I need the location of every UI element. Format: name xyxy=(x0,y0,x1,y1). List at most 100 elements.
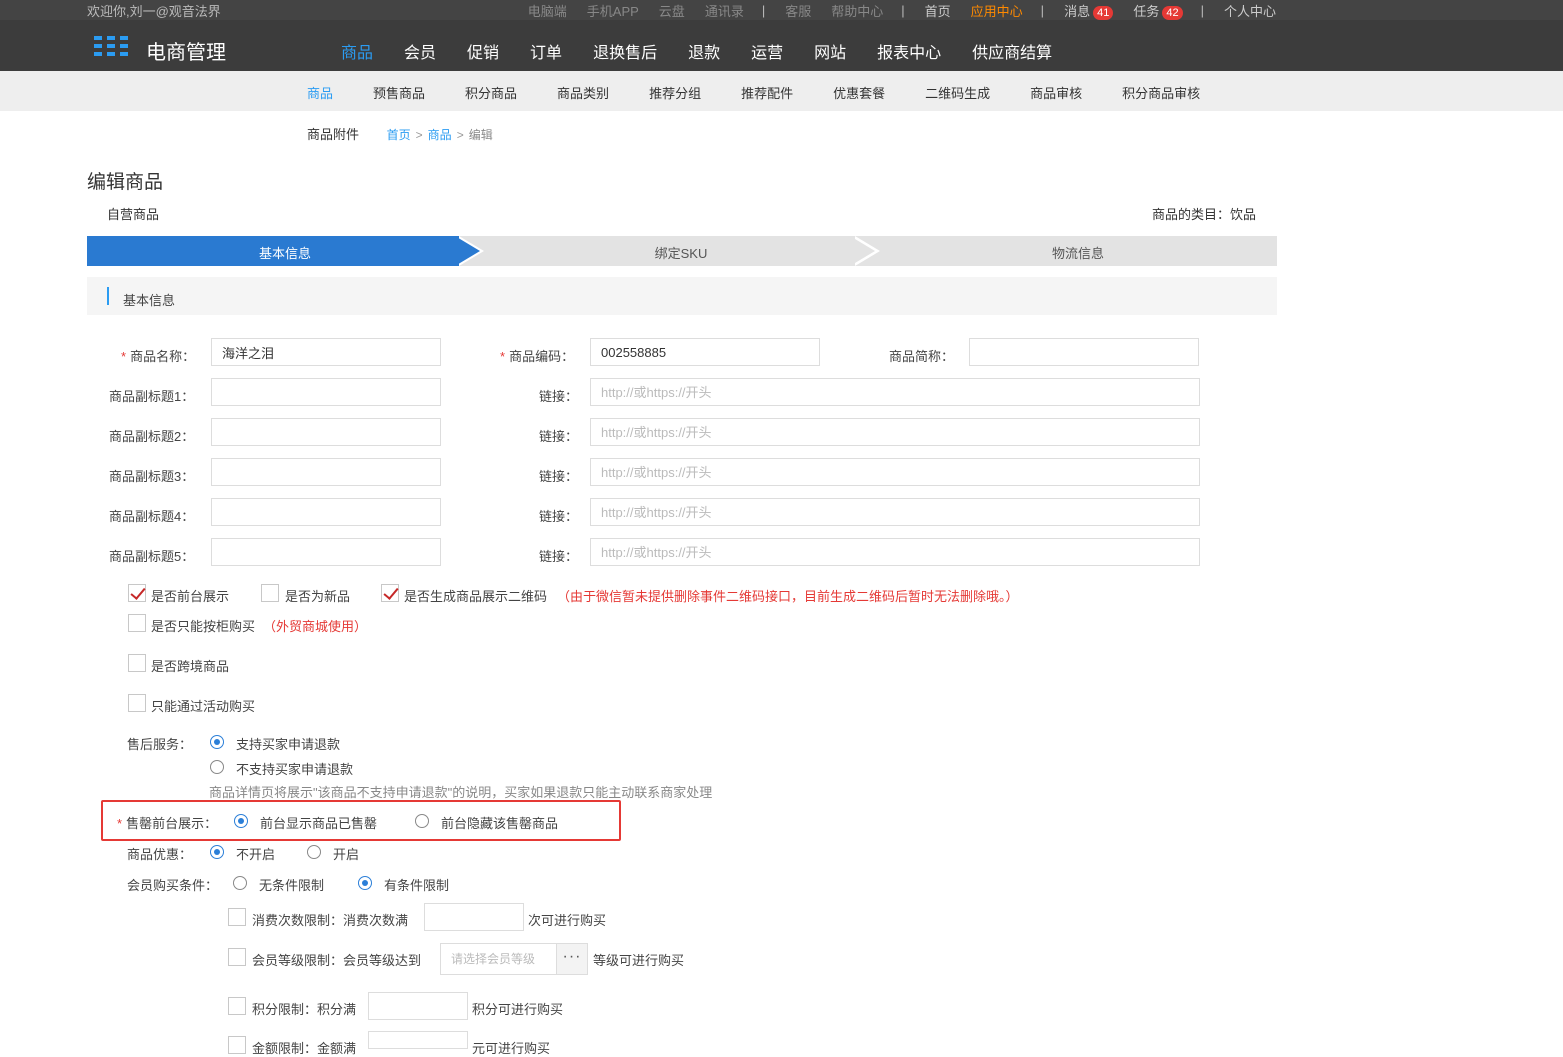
breadcrumb-current: 编辑 xyxy=(468,128,493,142)
more-options-button[interactable]: ··· xyxy=(556,943,588,975)
front-display-label: 是否前台展示 xyxy=(151,589,230,604)
discount-off-radio[interactable] xyxy=(210,845,224,859)
subtitle-label: 商品副标题5： xyxy=(109,549,195,564)
subnav-recommend-accessory[interactable]: 推荐配件 xyxy=(741,83,793,102)
top-link-pc[interactable]: 电脑端 xyxy=(528,1,567,20)
member-level-select[interactable] xyxy=(440,943,558,975)
points-input[interactable] xyxy=(368,992,468,1020)
points-limit-label: 积分限制：积分满 xyxy=(252,1002,357,1017)
crossborder-checkbox[interactable] xyxy=(128,654,146,672)
link-label: 链接： xyxy=(539,509,579,524)
product-code-input[interactable] xyxy=(590,338,820,366)
step-bar: 基本信息 绑定SKU 物流信息 xyxy=(87,236,1277,266)
aftersale-label: 售后服务： xyxy=(127,737,193,752)
top-link-help[interactable]: 帮助中心 xyxy=(831,1,883,20)
subtitle-input-1[interactable] xyxy=(211,378,441,406)
product-attachment-link[interactable]: 商品附件 xyxy=(307,127,359,142)
consume-limit-checkbox[interactable] xyxy=(228,908,246,926)
breadcrumb-product[interactable]: 商品 xyxy=(428,128,452,142)
subtitle-input-5[interactable] xyxy=(211,538,441,566)
soldout-show-label: 前台显示商品已售罄 xyxy=(260,816,378,831)
top-link-service[interactable]: 客服 xyxy=(785,1,811,20)
product-category: 商品的类目：饮品 xyxy=(1151,207,1256,222)
new-product-checkbox[interactable] xyxy=(261,584,279,602)
subtitle-label: 商品副标题1： xyxy=(109,389,195,404)
breadcrumb-separator: > xyxy=(415,128,423,142)
top-link-cloud[interactable]: 云盘 xyxy=(659,1,685,20)
level-limit-checkbox[interactable] xyxy=(228,948,246,966)
top-link-contacts[interactable]: 通讯录 xyxy=(705,1,744,20)
breadcrumb-separator: > xyxy=(456,128,464,142)
subnav-package[interactable]: 优惠套餐 xyxy=(833,83,885,102)
subnav-qrcode[interactable]: 二维码生成 xyxy=(925,83,990,102)
points-limit-checkbox[interactable] xyxy=(228,997,246,1015)
subtitle-input-4[interactable] xyxy=(211,498,441,526)
divider: | xyxy=(1200,3,1204,18)
member-limit-radio[interactable] xyxy=(358,876,372,890)
subnav-category[interactable]: 商品类别 xyxy=(557,83,609,102)
top-link-mobile-app[interactable]: 手机APP xyxy=(587,1,639,20)
top-link-messages[interactable]: 消息 41 xyxy=(1064,1,1114,20)
subtitle-link-input-3[interactable] xyxy=(590,458,1200,486)
subtitle-label: 商品副标题2： xyxy=(109,429,195,444)
page-title: 编辑商品 xyxy=(87,172,164,193)
top-link-personal-center[interactable]: 个人中心 xyxy=(1224,1,1276,20)
messages-badge: 41 xyxy=(1093,6,1114,20)
subtitle-link-input-4[interactable] xyxy=(590,498,1200,526)
nav-order[interactable]: 订单 xyxy=(530,39,562,63)
soldout-show-radio[interactable] xyxy=(234,814,248,828)
nav-supplier-settlement[interactable]: 供应商结算 xyxy=(972,39,1052,63)
subnav-product[interactable]: 商品 xyxy=(307,83,333,102)
nav-website[interactable]: 网站 xyxy=(814,39,846,63)
soldout-hide-radio[interactable] xyxy=(415,814,429,828)
amount-input[interactable] xyxy=(368,1031,468,1049)
subtitle-input-3[interactable] xyxy=(211,458,441,486)
amount-limit-checkbox[interactable] xyxy=(228,1036,246,1054)
step-label-basic-info: 基本信息 xyxy=(258,246,311,261)
nav-member[interactable]: 会员 xyxy=(404,39,436,63)
discount-on-radio[interactable] xyxy=(307,845,321,859)
subnav-presale[interactable]: 预售商品 xyxy=(373,83,425,102)
aftersale-nosupport-radio[interactable] xyxy=(210,760,224,774)
top-links: 电脑端 手机APP 云盘 通讯录 | 客服 帮助中心 | 首页 应用中心 | 消… xyxy=(508,1,1276,20)
product-name-input[interactable] xyxy=(211,338,441,366)
top-link-tasks[interactable]: 任务 42 xyxy=(1133,1,1183,20)
subnav-recommend-group[interactable]: 推荐分组 xyxy=(649,83,701,102)
nav-product[interactable]: 商品 xyxy=(341,39,373,79)
subtitle-link-input-2[interactable] xyxy=(590,418,1200,446)
consume-count-input[interactable] xyxy=(424,903,524,931)
nav-promotion[interactable]: 促销 xyxy=(467,39,499,63)
main-nav: 商品 会员 促销 订单 退换售后 退款 运营 网站 报表中心 供应商结算 xyxy=(341,39,1083,79)
aftersale-support-radio[interactable] xyxy=(210,735,224,749)
subnav-review[interactable]: 商品审核 xyxy=(1030,83,1082,102)
section-marker xyxy=(107,287,109,305)
breadcrumb-home[interactable]: 首页 xyxy=(387,128,411,142)
main-header: 电商管理 商品 会员 促销 订单 退换售后 退款 运营 网站 报表中心 供应商结… xyxy=(0,20,1563,79)
front-display-checkbox[interactable] xyxy=(128,584,146,602)
link-label: 链接： xyxy=(539,469,579,484)
discount-off-label: 不开启 xyxy=(236,847,276,862)
aftersale-nosupport-label: 不支持买家申请退款 xyxy=(236,762,354,777)
product-short-name-input[interactable] xyxy=(969,338,1199,366)
qrcode-checkbox[interactable] xyxy=(381,584,399,602)
top-link-app-center[interactable]: 应用中心 xyxy=(971,1,1023,20)
subtitle-link-input-1[interactable] xyxy=(590,378,1200,406)
step-bind-sku[interactable]: 绑定SKU xyxy=(601,243,761,262)
subnav-points-product[interactable]: 积分商品 xyxy=(465,83,517,102)
nav-aftersale[interactable]: 退换售后 xyxy=(593,39,657,63)
member-condition-label: 会员购买条件： xyxy=(127,878,219,893)
subnav-points-review[interactable]: 积分商品审核 xyxy=(1122,83,1200,102)
cabinet-purchase-label: 是否只能按柜购买 xyxy=(151,619,256,634)
nav-operation[interactable]: 运营 xyxy=(751,39,783,63)
nav-refund[interactable]: 退款 xyxy=(688,39,720,63)
level-limit-suffix: 等级可进行购买 xyxy=(593,953,685,968)
top-link-home[interactable]: 首页 xyxy=(925,1,951,20)
subtitle-input-2[interactable] xyxy=(211,418,441,446)
cabinet-purchase-checkbox[interactable] xyxy=(128,614,146,632)
divider: | xyxy=(1040,3,1045,18)
nav-reports[interactable]: 报表中心 xyxy=(877,39,941,63)
member-no-limit-radio[interactable] xyxy=(233,876,247,890)
subtitle-link-input-5[interactable] xyxy=(590,538,1200,566)
activity-only-checkbox[interactable] xyxy=(128,694,146,712)
step-logistics[interactable]: 物流信息 xyxy=(998,243,1158,262)
